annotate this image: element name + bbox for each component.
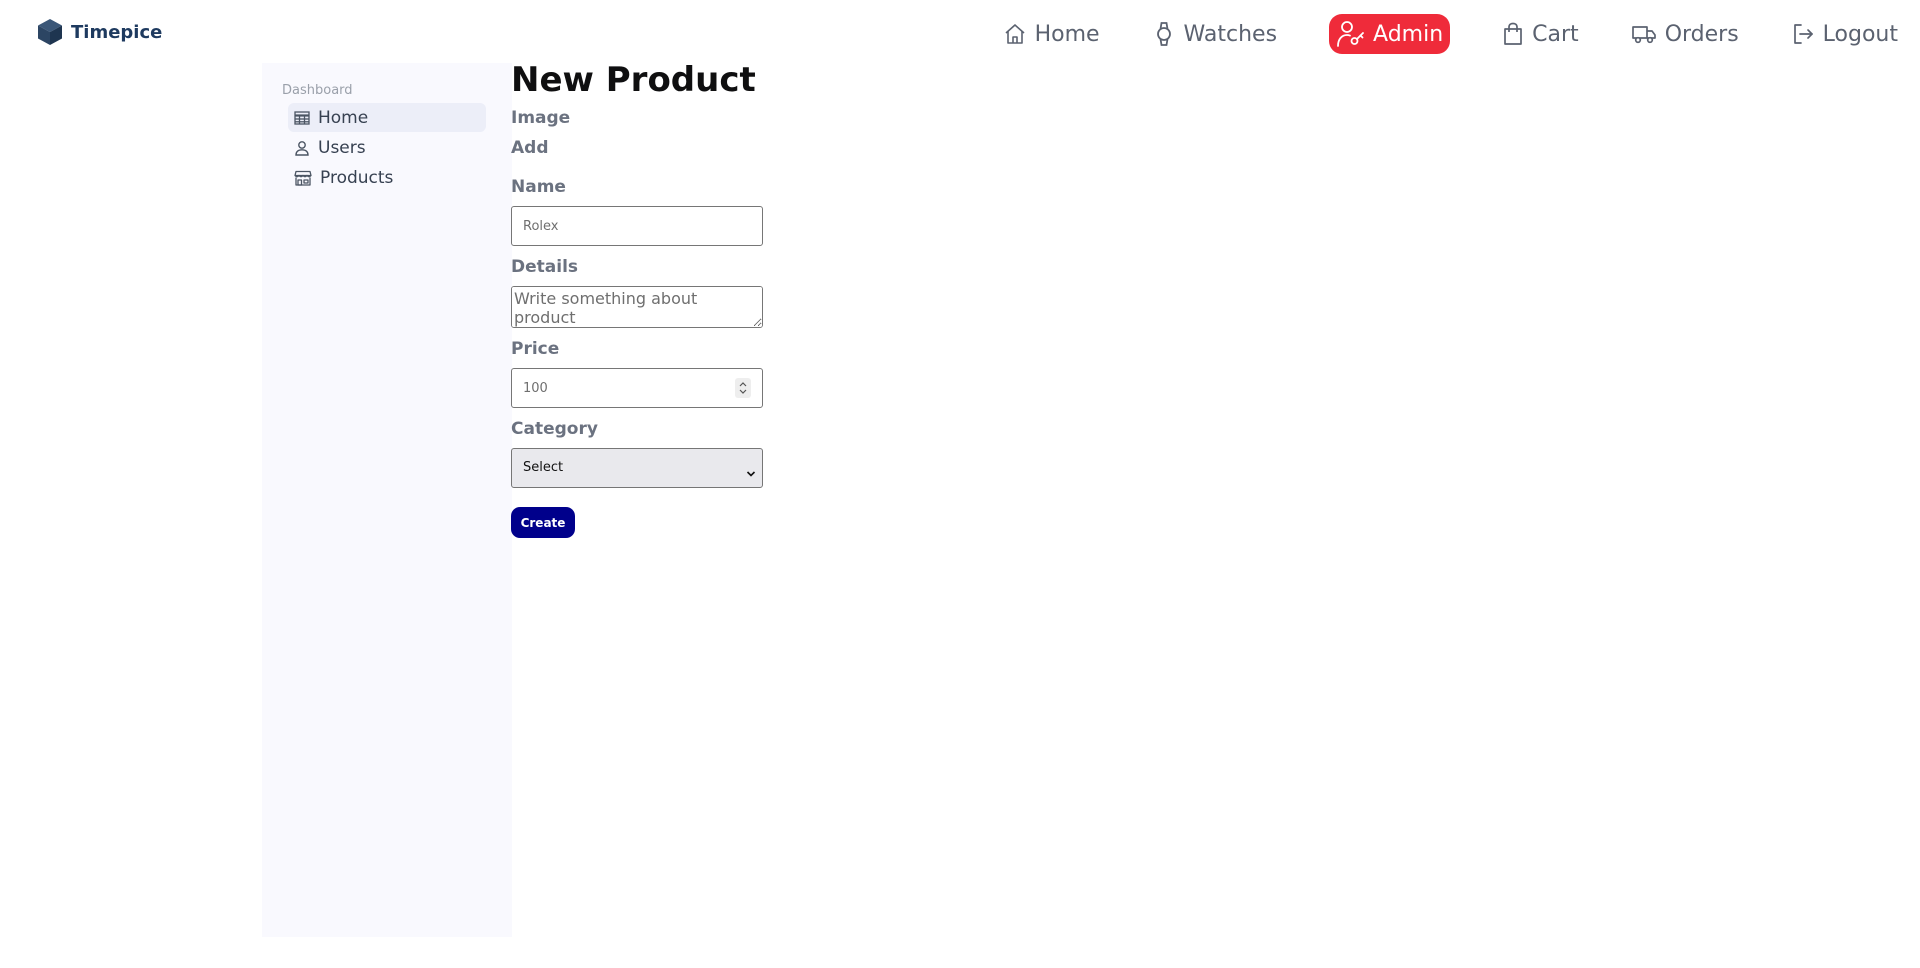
home-icon xyxy=(1003,22,1027,46)
logout-icon xyxy=(1791,22,1815,46)
sidebar-menu: Home Users Products xyxy=(288,103,486,193)
price-field xyxy=(511,368,763,408)
sidebar-label-home: Home xyxy=(318,107,369,128)
nav-label-orders: Orders xyxy=(1664,21,1739,47)
sidebar-item-users[interactable]: Users xyxy=(288,133,486,162)
store-icon xyxy=(294,170,312,186)
name-input[interactable] xyxy=(511,206,763,246)
image-add-button[interactable]: Add xyxy=(511,138,549,158)
category-select[interactable]: Select xyxy=(511,448,763,488)
nav-item-cart[interactable]: Cart xyxy=(1502,14,1579,54)
brand-logo[interactable]: Timepice xyxy=(37,18,162,46)
shopping-bag-icon xyxy=(1502,22,1524,46)
page-title: New Product xyxy=(511,60,756,100)
nav-item-orders[interactable]: Orders xyxy=(1631,14,1739,54)
name-label: Name xyxy=(511,177,566,197)
sidebar-item-products[interactable]: Products xyxy=(288,163,486,192)
create-button[interactable]: Create xyxy=(511,507,575,538)
price-label: Price xyxy=(511,339,560,359)
nav-item-logout[interactable]: Logout xyxy=(1791,14,1898,54)
user-icon xyxy=(294,140,310,156)
nav-label-watches: Watches xyxy=(1183,21,1278,47)
top-navbar: Timepice Home Watches Admin Cart Orders … xyxy=(0,0,1920,66)
price-stepper[interactable] xyxy=(735,378,751,398)
sidebar-heading: Dashboard xyxy=(282,83,353,98)
details-textarea[interactable] xyxy=(511,286,763,328)
sidebar-label-products: Products xyxy=(320,167,394,188)
admin-sidebar: Dashboard Home Users Products xyxy=(262,63,512,937)
nav-item-admin[interactable]: Admin xyxy=(1329,14,1451,54)
image-label: Image xyxy=(511,108,571,128)
nav-label-cart: Cart xyxy=(1532,21,1579,47)
admin-key-icon xyxy=(1335,19,1365,49)
cube-icon xyxy=(37,18,63,46)
sidebar-label-users: Users xyxy=(318,137,366,158)
category-selected-value: Select xyxy=(523,460,564,475)
category-label: Category xyxy=(511,419,598,439)
price-input[interactable] xyxy=(511,368,763,408)
nav-label-logout: Logout xyxy=(1822,21,1898,47)
chevron-down-icon xyxy=(746,463,756,482)
brand-name: Timepice xyxy=(71,21,163,43)
nav-label-home: Home xyxy=(1034,21,1100,47)
truck-icon xyxy=(1631,23,1657,45)
nav-item-watches[interactable]: Watches xyxy=(1152,14,1278,54)
table-icon xyxy=(294,110,310,125)
nav-label-admin: Admin xyxy=(1373,21,1444,47)
main-nav: Home Watches Admin Cart Orders Logout xyxy=(1003,14,1898,54)
nav-item-home[interactable]: Home xyxy=(1003,14,1100,54)
watch-icon xyxy=(1152,21,1176,47)
sidebar-item-home[interactable]: Home xyxy=(288,103,486,132)
details-label: Details xyxy=(511,257,579,277)
new-product-form: New Product Image Add Name Details Price… xyxy=(511,58,1111,538)
